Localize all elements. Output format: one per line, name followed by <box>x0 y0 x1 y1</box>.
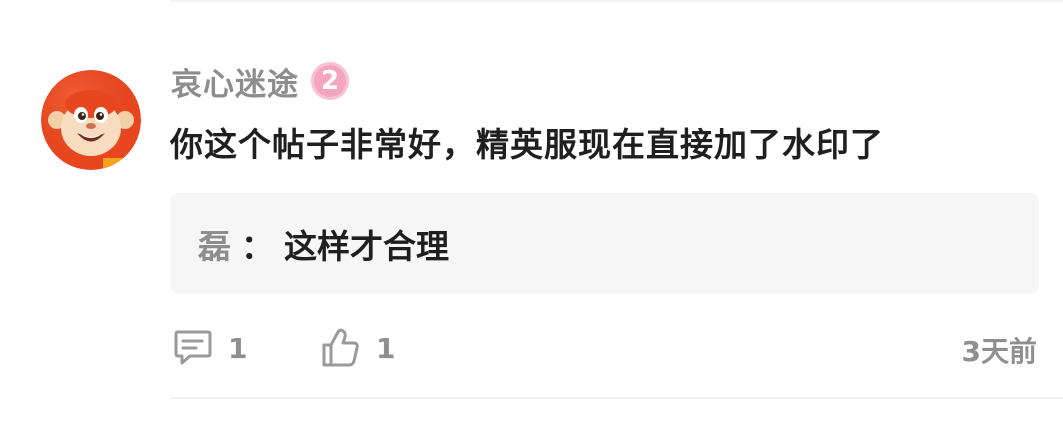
thumbs-up-icon <box>322 328 359 367</box>
monkey-avatar-icon <box>41 70 141 170</box>
like-count: 1 <box>376 331 396 365</box>
username-row: 哀心迷途 2 <box>171 58 349 104</box>
reply-author[interactable]: 磊 <box>198 220 231 268</box>
reply-text: 这样才合理 <box>284 226 449 266</box>
like-button[interactable]: 1 <box>320 326 395 370</box>
username[interactable]: 哀心迷途 <box>171 59 299 104</box>
reply-separator: ： <box>241 226 274 266</box>
reply-count: 1 <box>228 331 248 365</box>
timestamp: 3天前 <box>961 335 1037 368</box>
bottom-divider <box>170 397 1063 399</box>
reply-box[interactable]: 磊 ： 这样才合理 <box>170 193 1039 294</box>
level-badge: 2 <box>311 62 349 100</box>
top-divider <box>170 0 1063 2</box>
comment-icon <box>174 330 212 365</box>
avatar[interactable] <box>41 70 141 170</box>
comment-text: 你这个帖子非常好，精英服现在直接加了水印了 <box>170 125 884 164</box>
reply-button[interactable]: 1 <box>172 326 247 370</box>
